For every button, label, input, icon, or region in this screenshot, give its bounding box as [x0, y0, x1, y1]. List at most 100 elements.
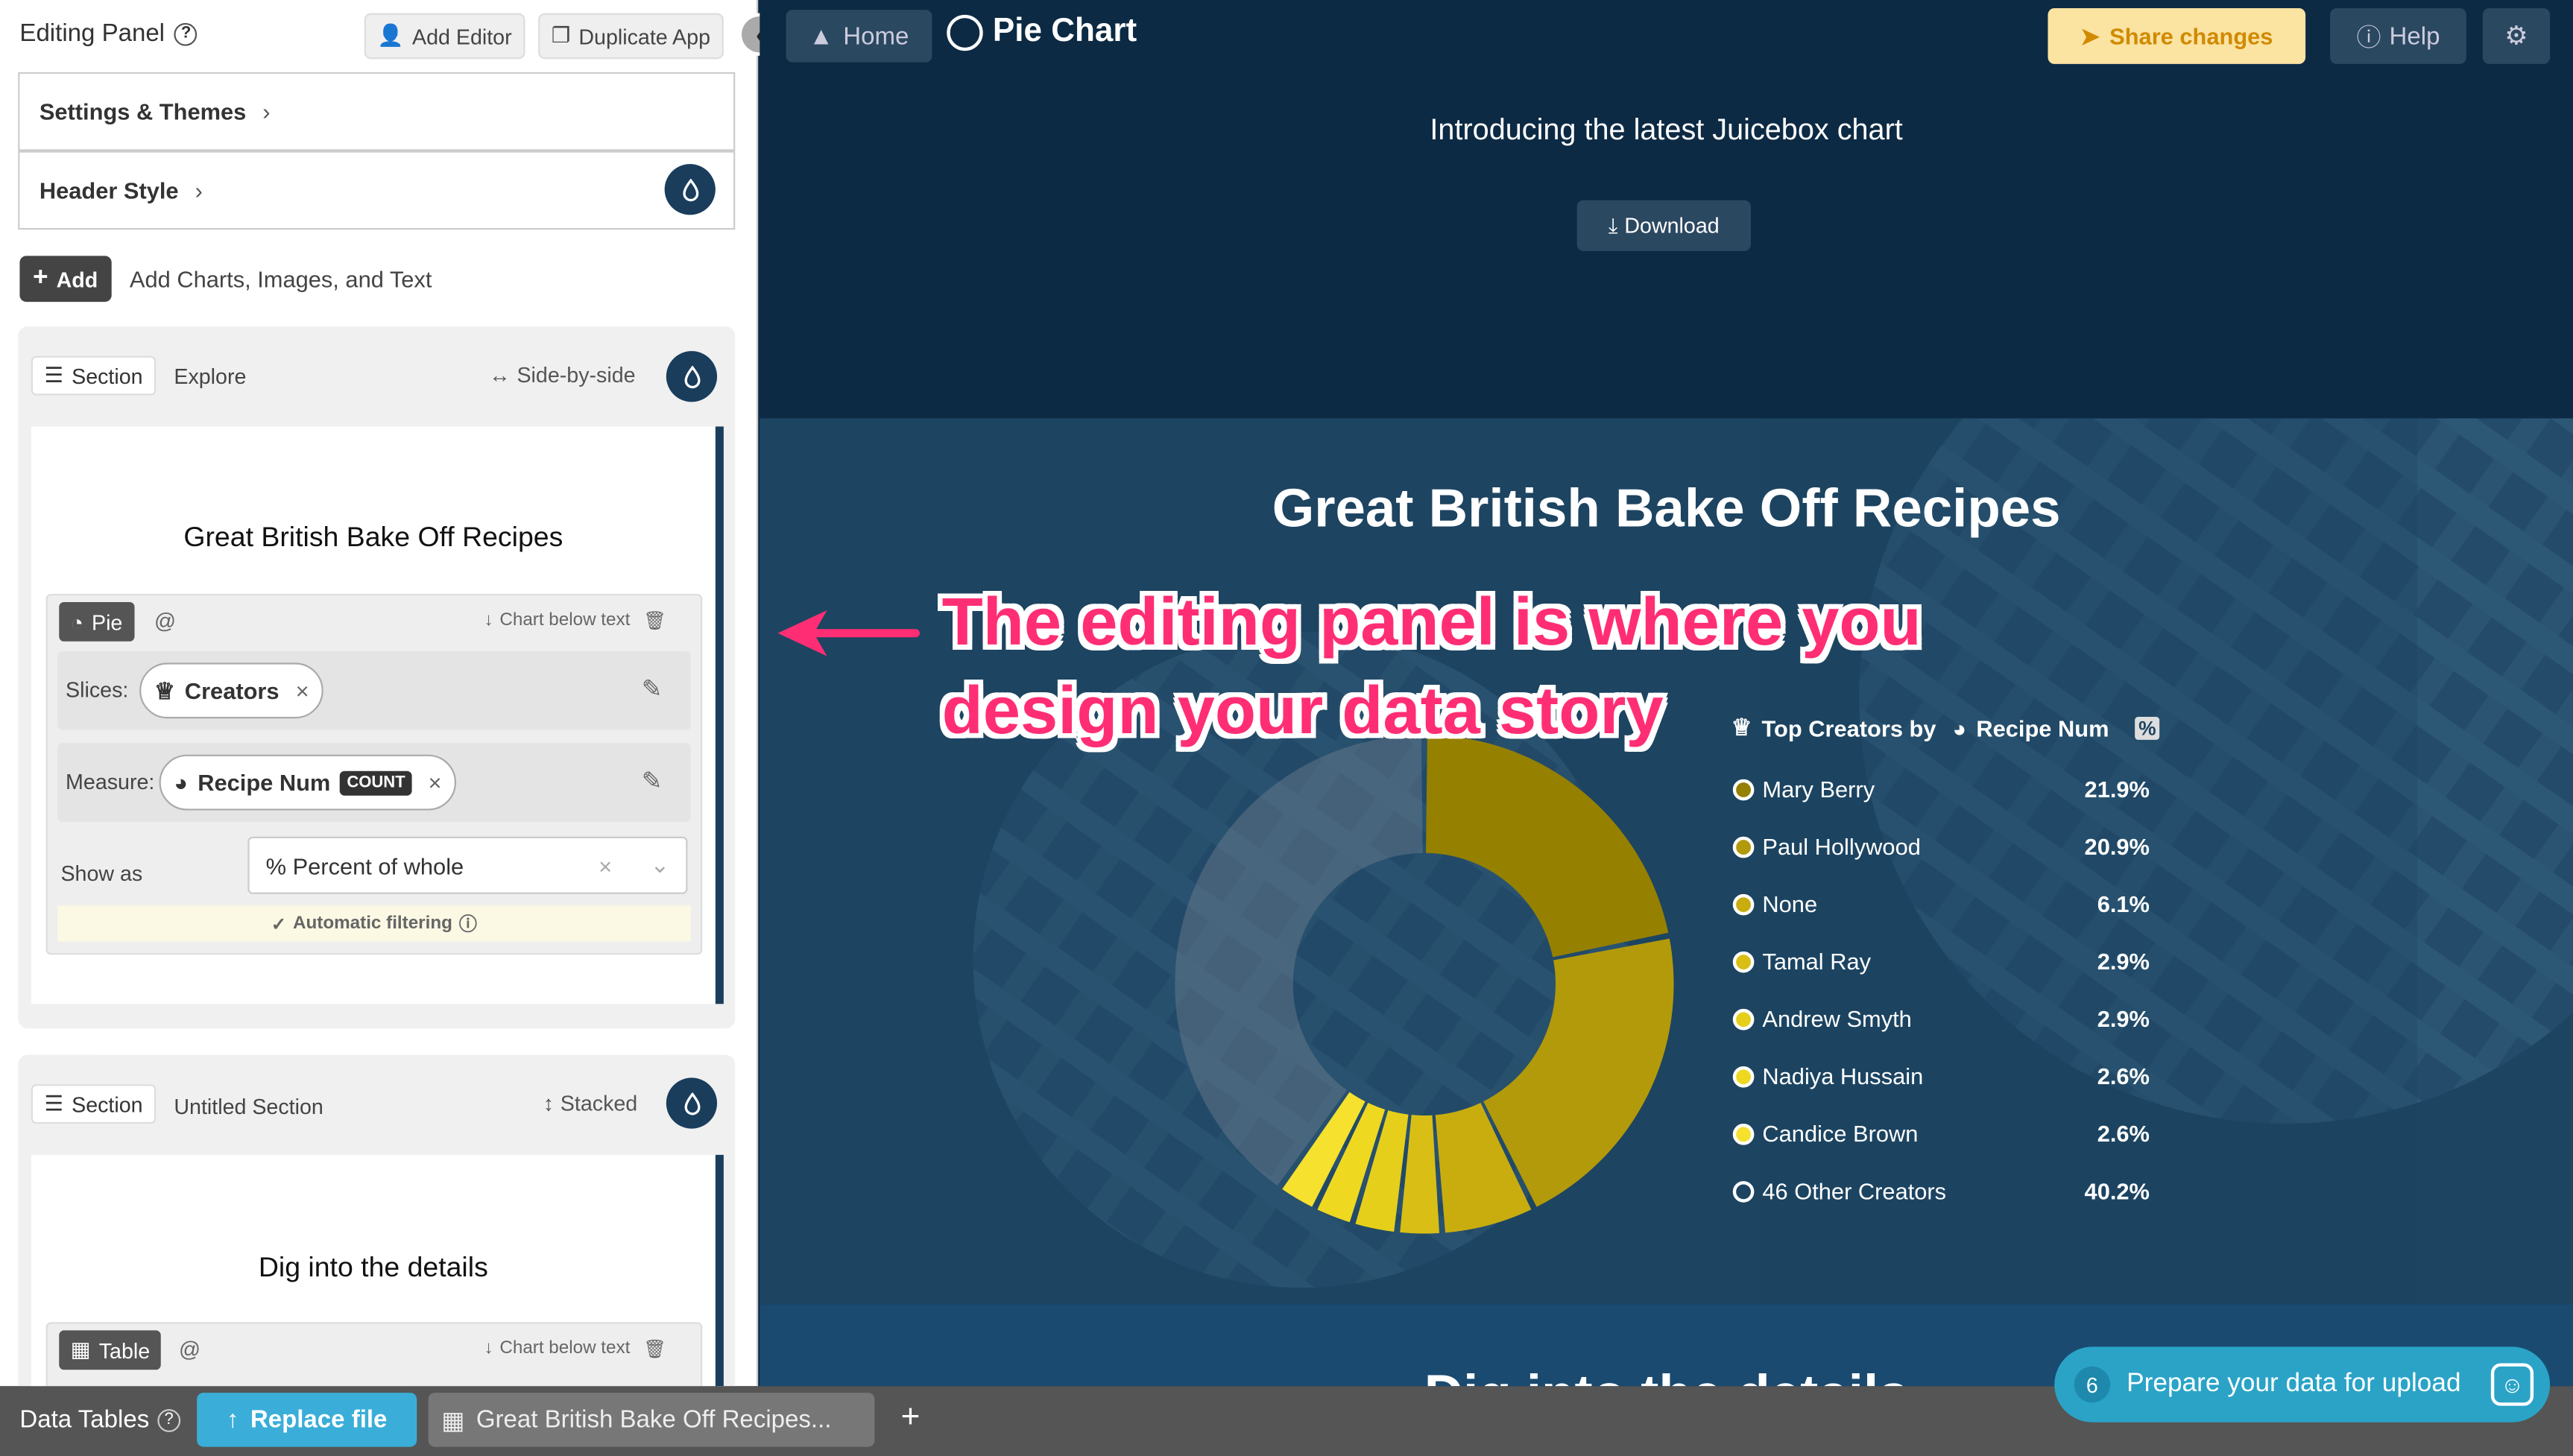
- slices-pill[interactable]: ♕ Creators ×: [139, 662, 324, 719]
- legend-label: Paul Hollywood: [1762, 833, 1921, 860]
- legend-value: 2.6%: [2097, 1063, 2150, 1089]
- legend-label: None: [1762, 890, 1818, 917]
- chef-hat-icon: ♕: [154, 677, 175, 703]
- help-button[interactable]: ⓘ Help: [2330, 8, 2466, 64]
- add-button[interactable]: + Add: [19, 256, 111, 303]
- legend-swatch: [1732, 950, 1755, 972]
- at-link[interactable]: @: [179, 1337, 201, 1361]
- hero-title: Great British Bake Off Recipes: [1272, 477, 2061, 539]
- legend-swatch: [1732, 1065, 1755, 1087]
- step-count-badge: 6: [2074, 1366, 2111, 1403]
- home-button[interactable]: ▲ Home: [786, 10, 932, 63]
- legend-swatch: [1732, 1180, 1755, 1202]
- pie-chart: [1175, 735, 1674, 1234]
- hero-section: Great British Bake Off Recipes ♕ Top Cre…: [760, 418, 2573, 1305]
- pencil-icon[interactable]: ✎: [642, 674, 663, 703]
- chat-icon[interactable]: ☺: [2490, 1363, 2534, 1406]
- copy-icon: ❐: [551, 22, 571, 48]
- replace-file-button[interactable]: ↑ Replace file: [197, 1393, 417, 1447]
- section-drop-icon[interactable]: [666, 1077, 718, 1129]
- section-tag[interactable]: ☰ Section: [31, 355, 157, 396]
- chart-type-tag[interactable]: ▦ Table: [59, 1330, 162, 1370]
- legend-item[interactable]: None 6.1%: [1732, 887, 2150, 920]
- legend-item[interactable]: Mary Berry 21.9%: [1732, 773, 2150, 805]
- layers-icon: ☰: [44, 362, 64, 387]
- layout-toggle[interactable]: ↕ Stacked: [543, 1091, 638, 1115]
- app-title: Pie Chart: [947, 13, 1137, 51]
- send-icon: ➤: [2080, 22, 2100, 48]
- section-name[interactable]: Explore: [174, 364, 246, 389]
- arrows-vertical-icon: ↕: [543, 1090, 555, 1116]
- legend-label: Nadiya Hussain: [1762, 1063, 1924, 1089]
- gear-icon[interactable]: ⚙: [2482, 8, 2551, 64]
- slices-row: Slices: ♕ Creators × ✎: [57, 651, 691, 730]
- show-as-select[interactable]: % Percent of whole × ⌄: [247, 836, 688, 894]
- legend-value: 6.1%: [2097, 890, 2150, 917]
- legend-value: 20.9%: [2084, 833, 2150, 860]
- section-drop-icon[interactable]: [666, 351, 718, 402]
- share-changes-button[interactable]: ➤ Share changes: [2048, 8, 2306, 64]
- download-button[interactable]: ⤓ Download: [1576, 200, 1752, 251]
- pie-slice[interactable]: [1426, 735, 1669, 958]
- help-circle-icon[interactable]: ⓘ: [459, 911, 477, 937]
- percent-toggle-icon[interactable]: %: [2135, 715, 2160, 739]
- chart-position[interactable]: ↓ Chart below text 🗑: [484, 1338, 666, 1360]
- layers-icon: ☰: [44, 1090, 64, 1116]
- duplicate-app-button[interactable]: ❐ Duplicate App: [538, 13, 724, 60]
- file-tab[interactable]: ▦ Great British Bake Off Recipes...: [428, 1393, 875, 1447]
- arrow-up-icon: ↑: [226, 1405, 239, 1434]
- chevron-down-icon[interactable]: ⌄: [650, 852, 669, 879]
- pie-icon: ◔: [70, 609, 83, 634]
- close-icon[interactable]: ×: [428, 770, 441, 796]
- chart-position[interactable]: ↓ Chart below text 🗑: [484, 610, 666, 632]
- legend-item[interactable]: Andrew Smyth 2.9%: [1732, 1002, 2150, 1035]
- table-icon: ▦: [441, 1406, 465, 1435]
- pie-dish-icon: ◕: [174, 769, 189, 796]
- pencil-icon[interactable]: ✎: [642, 766, 663, 795]
- help-circle-icon[interactable]: ?: [157, 1408, 181, 1431]
- table-icon: ▦: [70, 1337, 91, 1362]
- add-editor-button[interactable]: 👤 Add Editor: [364, 13, 525, 60]
- chart-config: ▦ Table @ ↓ Chart below text 🗑: [45, 1322, 703, 1387]
- help-circle-icon[interactable]: ?: [174, 22, 198, 45]
- layout-toggle[interactable]: ↔ Side-by-side: [489, 363, 636, 387]
- section-heading[interactable]: Dig into the details: [31, 1252, 716, 1285]
- theme-drop-icon[interactable]: [664, 164, 716, 215]
- section-tag[interactable]: ☰ Section: [31, 1084, 157, 1124]
- trash-icon[interactable]: 🗑: [643, 1338, 666, 1360]
- legend-item[interactable]: Tamal Ray 2.9%: [1732, 945, 2150, 978]
- legend-value: 2.9%: [2097, 1005, 2150, 1032]
- legend-swatch: [1732, 835, 1755, 858]
- measure-row: Measure: ◕ Recipe Num COUNT × ✎: [57, 743, 691, 822]
- chart-type-tag[interactable]: ◔ Pie: [59, 601, 134, 642]
- add-table-button[interactable]: +: [901, 1399, 921, 1437]
- legend-label: Tamal Ray: [1762, 948, 1872, 975]
- prepare-data-button[interactable]: 6 Prepare your data for upload ☺: [2054, 1346, 2551, 1422]
- at-link[interactable]: @: [154, 609, 176, 633]
- chevron-right-icon: ›: [195, 177, 203, 203]
- shapes-icon: ▲: [809, 22, 834, 51]
- pie-dish-icon: ◕: [1952, 714, 1967, 741]
- chart-config: ◔ Pie @ ↓ Chart below text 🗑 Slices: ♕ Creat…: [45, 593, 703, 955]
- close-icon[interactable]: ×: [296, 677, 309, 703]
- legend-item[interactable]: Nadiya Hussain 2.6%: [1732, 1060, 2150, 1092]
- section-heading[interactable]: Great British Bake Off Recipes: [31, 522, 716, 554]
- settings-themes-row[interactable]: Settings & Themes ›: [18, 72, 736, 151]
- legend-item[interactable]: Candice Brown 2.6%: [1732, 1117, 2150, 1150]
- header-style-row[interactable]: Header Style ›: [18, 151, 736, 230]
- automatic-filtering[interactable]: ✓ Automatic filtering ⓘ: [57, 905, 691, 942]
- legend-label: Mary Berry: [1762, 776, 1875, 803]
- count-badge: COUNT: [340, 770, 412, 795]
- trash-icon[interactable]: 🗑: [643, 610, 666, 631]
- legend-item[interactable]: 46 Other Creators 40.2%: [1732, 1174, 2150, 1207]
- pie-slice[interactable]: [1175, 735, 1423, 1186]
- clear-icon[interactable]: ×: [599, 852, 612, 879]
- legend-item[interactable]: Paul Hollywood 20.9%: [1732, 830, 2150, 863]
- annotation-arrow: [777, 610, 920, 656]
- pie-slice[interactable]: [1483, 938, 1674, 1207]
- section-name[interactable]: Untitled Section: [174, 1094, 323, 1118]
- chevron-right-icon: ›: [262, 98, 271, 125]
- legend-swatch: [1732, 1007, 1755, 1030]
- app-header: ▲ Home Pie Chart ➤ Share changes ⓘ Help ⚙ I…: [760, 0, 2573, 419]
- measure-pill[interactable]: ◕ Recipe Num COUNT ×: [159, 754, 457, 811]
